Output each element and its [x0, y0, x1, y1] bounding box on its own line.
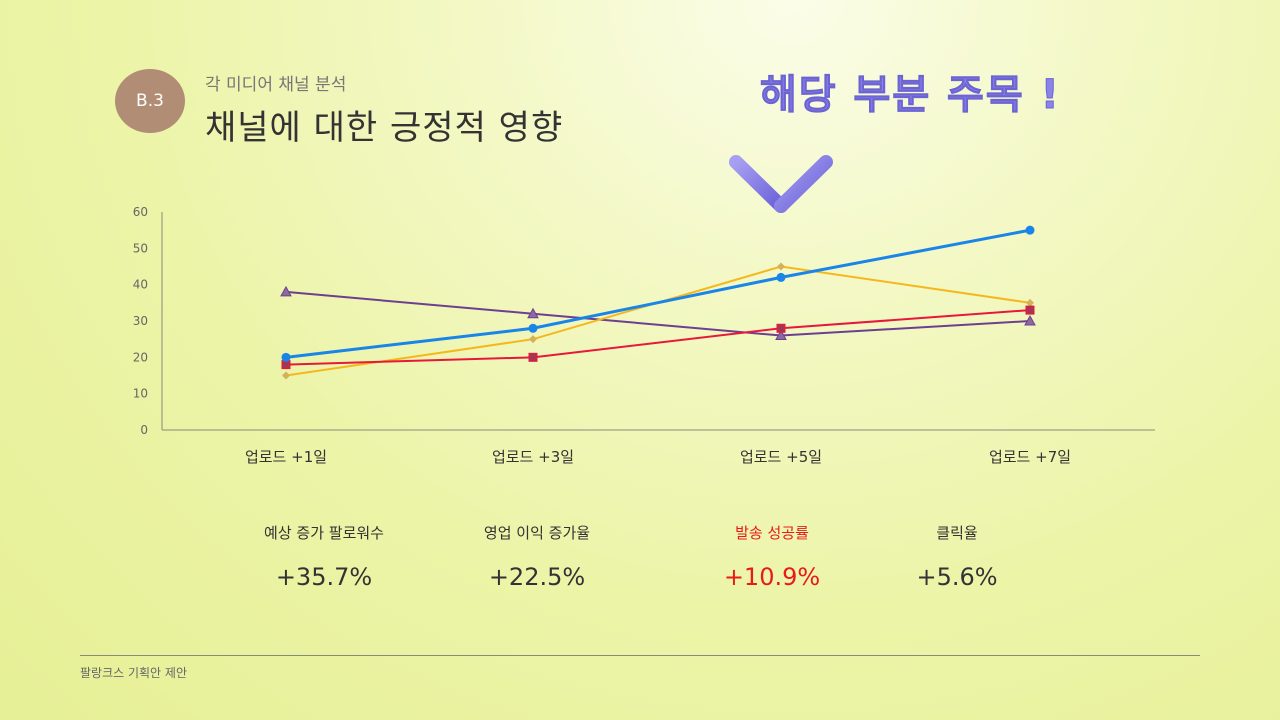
kpi-value: +10.9% [723, 563, 821, 591]
y-tick-label: 60 [133, 205, 148, 219]
series-line [285, 265, 1031, 377]
kpi-value: +5.6% [916, 563, 998, 591]
footer-divider [80, 655, 1200, 656]
kpi-label: 클릭율 [936, 524, 978, 542]
footer-text: 팔랑크스 기획안 제안 [80, 666, 187, 680]
data-point [528, 323, 538, 333]
x-tick-label: 업로드 +5일 [740, 448, 822, 466]
line-chart: 0 10 20 30 40 50 60 업로드 +1일 업로드 +3일 업로드 +5일 업로드 +7… [133, 205, 1155, 466]
series-line [285, 290, 1031, 337]
y-tick-label: 10 [133, 387, 148, 401]
kpi-label: 예상 증가 팔로워수 [264, 524, 384, 542]
kpi-value: +35.7% [275, 563, 373, 591]
x-tick-label: 업로드 +7일 [989, 448, 1071, 466]
data-point [776, 323, 786, 333]
data-point [776, 272, 786, 282]
data-point [1025, 225, 1035, 235]
kpi-block: 예상 증가 팔로워수 +35.7% [224, 522, 424, 591]
kpi-block: 영업 이익 증가율 +22.5% [437, 522, 637, 591]
y-tick-label: 20 [133, 350, 148, 364]
x-tick-label: 업로드 +1일 [245, 448, 327, 466]
series-line [285, 309, 1031, 366]
y-tick-label: 50 [133, 241, 148, 255]
data-point [282, 371, 290, 380]
y-tick-label: 0 [140, 423, 148, 437]
data-point [528, 352, 538, 362]
data-point [281, 352, 291, 362]
y-tick-label: 30 [133, 314, 148, 328]
x-tick-label: 업로드 +3일 [492, 448, 574, 466]
kpi-label: 발송 성공률 [735, 524, 809, 542]
kpi-value: +22.5% [488, 563, 586, 591]
data-point [529, 335, 537, 344]
kpi-block: 클릭율 +5.6% [857, 522, 1057, 591]
series-line [285, 228, 1031, 359]
data-point [777, 262, 785, 271]
kpi-block: 발송 성공률 +10.9% [672, 522, 872, 591]
data-point [1025, 305, 1035, 315]
kpi-label: 영업 이익 증가율 [483, 524, 591, 542]
y-tick-label: 40 [133, 278, 148, 292]
